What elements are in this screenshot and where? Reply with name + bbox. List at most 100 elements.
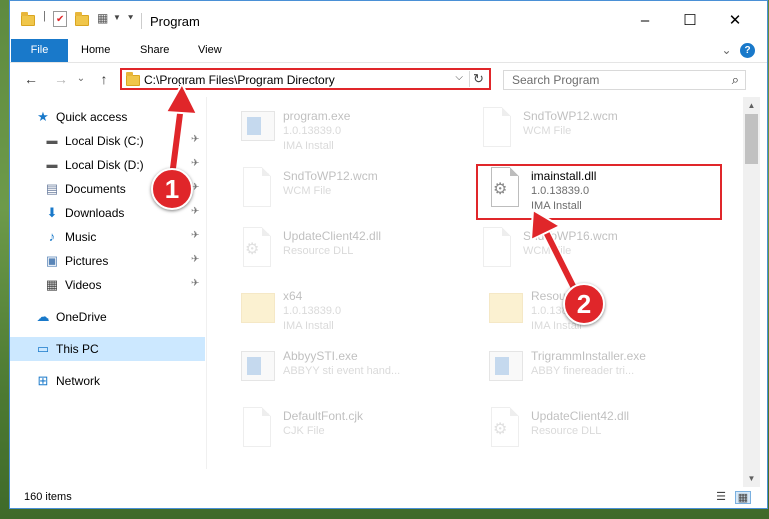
app-icon bbox=[239, 105, 275, 151]
pin-icon[interactable]: ✈ bbox=[191, 278, 199, 289]
document-icon bbox=[479, 225, 515, 271]
file-type: Resource DLL bbox=[531, 425, 602, 437]
sidebar-item-local-disk-c[interactable]: ▬ Local Disk (C:) ✈ bbox=[10, 129, 205, 153]
search-placeholder: Search Program bbox=[512, 73, 600, 87]
tab-view[interactable]: View bbox=[198, 39, 222, 62]
file-type: ABBY finereader tri... bbox=[531, 365, 635, 377]
app-icon bbox=[239, 345, 275, 391]
minimize-button[interactable]: – bbox=[622, 7, 668, 35]
sidebar-item-pictures[interactable]: ▣ Pictures ✈ bbox=[10, 249, 205, 273]
sidebar-item-videos[interactable]: ▦ Videos ✈ bbox=[10, 273, 205, 297]
sidebar-item-label: Documents bbox=[65, 182, 126, 196]
drive-icon: ▬ bbox=[46, 135, 58, 147]
search-icon[interactable]: ⌕ bbox=[732, 72, 739, 88]
videos-icon: ▦ bbox=[45, 277, 59, 292]
list-item[interactable]: AbbyySTI.exe ABBYY sti event hand... bbox=[239, 345, 479, 397]
file-name: SndToWP12.wcm bbox=[523, 109, 618, 123]
file-name: AbbyySTI.exe bbox=[283, 349, 358, 363]
list-item[interactable]: SndToWP16.wcm WCM File bbox=[479, 225, 719, 277]
sidebar-item-label: Videos bbox=[65, 278, 102, 292]
title-bar: | ✔ ▦ ▼ ⯆ Program – ☐ ✕ bbox=[10, 1, 767, 39]
file-name: UpdateClient42.dll bbox=[531, 409, 630, 423]
scroll-thumb[interactable] bbox=[745, 114, 758, 164]
onedrive-icon: ☁ bbox=[36, 309, 50, 324]
file-type: ABBYY sti event hand... bbox=[283, 365, 401, 377]
app-icon bbox=[487, 345, 523, 391]
drive-icon: ▬ bbox=[46, 159, 58, 171]
highlight-box bbox=[476, 164, 722, 220]
pin-icon[interactable]: ✈ bbox=[191, 230, 199, 241]
pin-icon[interactable]: ✈ bbox=[191, 206, 199, 217]
file-type: Resource DLL bbox=[283, 245, 354, 257]
ribbon-expand-icon[interactable]: ⌄ bbox=[719, 43, 734, 58]
list-item[interactable]: ⚙ UpdateClient42.dll Resource DLL bbox=[239, 225, 479, 277]
refresh-button[interactable]: ↻ bbox=[469, 71, 487, 87]
callout-badge-1: 1 bbox=[151, 168, 193, 210]
properties-icon[interactable]: ✔ bbox=[53, 11, 67, 27]
up-button[interactable]: ↑ bbox=[95, 69, 113, 89]
list-item[interactable]: Resources 1.0.13839.0 IMA Install bbox=[487, 285, 727, 337]
list-item[interactable]: DefaultFont.cjk CJK File bbox=[239, 405, 479, 457]
file-detail: IMA Install bbox=[283, 320, 334, 332]
file-name: TrigrammInstaller.exe bbox=[531, 349, 646, 363]
documents-icon: ▤ bbox=[45, 181, 59, 196]
list-item[interactable]: SndToWP12.wcm WCM File bbox=[239, 165, 479, 217]
list-item[interactable]: x64 1.0.13839.0 IMA Install bbox=[239, 285, 479, 337]
downloads-icon: ⬇ bbox=[46, 205, 58, 220]
sidebar-item-label: Local Disk (C:) bbox=[65, 134, 144, 148]
pin-icon[interactable]: ✈ bbox=[191, 134, 199, 145]
new-folder-icon[interactable] bbox=[75, 12, 91, 26]
tiles-view-button[interactable]: ▦ bbox=[735, 491, 751, 504]
maximize-button[interactable]: ☐ bbox=[667, 7, 713, 35]
file-type: WCM File bbox=[283, 185, 332, 197]
tab-home[interactable]: Home bbox=[81, 39, 110, 62]
file-type: WCM File bbox=[523, 245, 572, 257]
list-item[interactable]: program.exe 1.0.13839.0 IMA Install bbox=[239, 105, 479, 157]
pin-icon[interactable]: ✈ bbox=[191, 254, 199, 265]
address-bar[interactable]: C:\Program Files\Program Directory ⌵ ↻ bbox=[120, 68, 491, 90]
file-name: x64 bbox=[283, 289, 303, 303]
forward-button[interactable]: → bbox=[52, 69, 70, 89]
vertical-scrollbar[interactable]: ▲ ▼ bbox=[743, 97, 760, 487]
navigation-bar: ← → ⌄ ↑ C:\Program Files\Program Directo… bbox=[10, 63, 767, 97]
sidebar-item-quick-access[interactable]: ★ Quick access bbox=[10, 105, 205, 129]
sidebar-item-label: Network bbox=[56, 374, 101, 388]
item-count: 160 items bbox=[24, 491, 72, 503]
title-divider bbox=[141, 13, 142, 29]
status-bar: 160 items ☰ ▦ bbox=[10, 487, 767, 508]
file-type: 1.0.13839.0 bbox=[283, 125, 342, 137]
window-title: Program bbox=[150, 14, 200, 29]
sidebar-item-this-pc[interactable]: ▭ This PC bbox=[10, 337, 205, 361]
close-button[interactable]: ✕ bbox=[712, 7, 758, 35]
search-input[interactable]: Search Program ⌕ bbox=[503, 70, 746, 90]
back-button[interactable]: ← bbox=[22, 69, 40, 89]
scroll-down-icon[interactable]: ▼ bbox=[743, 470, 760, 487]
sidebar-item-label: Pictures bbox=[65, 254, 109, 268]
file-type: WCM File bbox=[523, 125, 572, 137]
details-view-button[interactable]: ☰ bbox=[713, 491, 729, 504]
callout-badge-2: 2 bbox=[563, 283, 605, 325]
computer-icon: ▭ bbox=[36, 341, 50, 356]
tab-file[interactable]: File bbox=[11, 39, 68, 62]
sidebar-item-label: Local Disk (D:) bbox=[65, 158, 144, 172]
list-item[interactable]: TrigrammInstaller.exe ABBY finereader tr… bbox=[487, 345, 727, 397]
list-item[interactable]: SndToWP12.wcm WCM File bbox=[479, 105, 719, 157]
address-path[interactable]: C:\Program Files\Program Directory bbox=[144, 73, 335, 87]
file-type: CJK File bbox=[283, 425, 325, 437]
sidebar-item-network[interactable]: ⊞ Network bbox=[10, 369, 205, 393]
customize-icon[interactable]: ▦ bbox=[97, 11, 113, 25]
folder-icon bbox=[126, 72, 140, 86]
file-name: UpdateClient42.dll bbox=[283, 229, 382, 243]
music-icon: ♪ bbox=[48, 229, 56, 244]
pin-icon[interactable]: ✈ bbox=[191, 158, 199, 169]
sidebar-item-onedrive[interactable]: ☁ OneDrive bbox=[10, 305, 205, 329]
address-dropdown-icon[interactable]: ⌵ bbox=[455, 72, 463, 83]
recent-locations-button[interactable]: ⌄ bbox=[72, 69, 90, 89]
tab-share[interactable]: Share bbox=[140, 39, 169, 62]
sidebar-item-music[interactable]: ♪ Music ✈ bbox=[10, 225, 205, 249]
help-icon[interactable]: ? bbox=[740, 43, 755, 58]
document-icon bbox=[239, 165, 275, 211]
list-item[interactable]: ⚙ UpdateClient42.dll Resource DLL bbox=[487, 405, 727, 457]
sidebar-item-label: This PC bbox=[56, 342, 99, 356]
scroll-up-icon[interactable]: ▲ bbox=[743, 97, 760, 114]
